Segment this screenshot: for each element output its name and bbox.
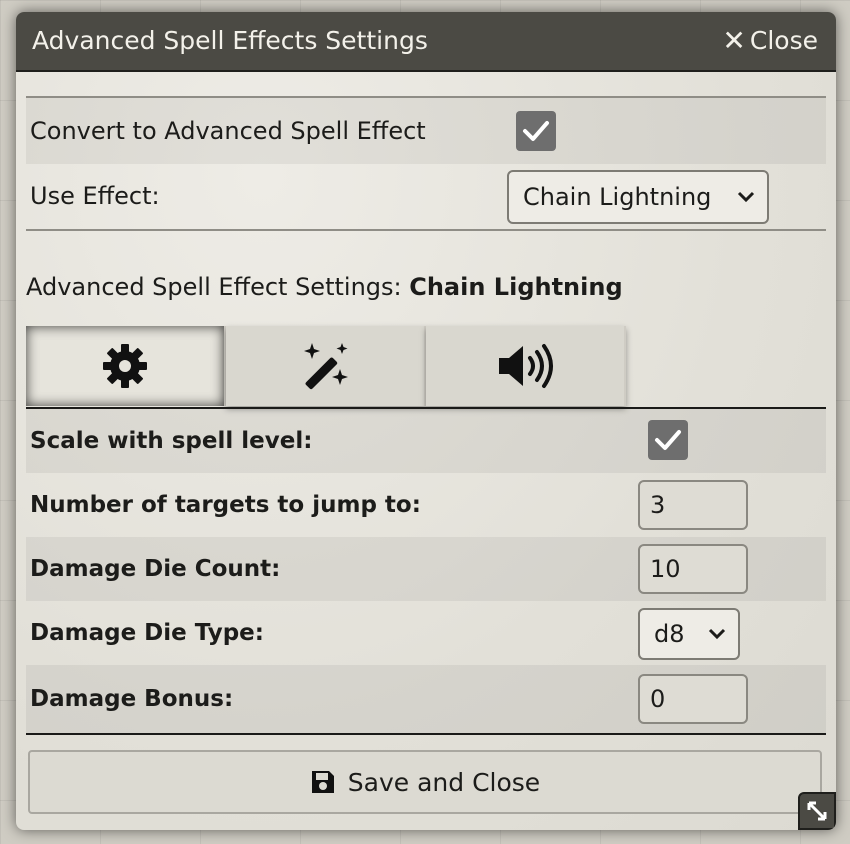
targets-input[interactable]: 3 <box>638 480 748 530</box>
divider <box>26 229 826 231</box>
use-effect-row: Use Effect: Chain Lightning <box>26 164 826 228</box>
die-type-row: Damage Die Type: d8 <box>26 601 826 665</box>
settings-dialog: Advanced Spell Effects Settings ✕ Close … <box>16 12 836 830</box>
chevron-down-icon <box>708 628 726 640</box>
bonus-input[interactable]: 0 <box>638 674 748 724</box>
die-type-select[interactable]: d8 <box>638 608 740 660</box>
divider <box>26 733 826 735</box>
resize-handle[interactable] <box>798 792 836 830</box>
volume-icon <box>499 344 553 388</box>
targets-label: Number of targets to jump to: <box>30 492 421 518</box>
chevron-down-icon <box>737 191 755 203</box>
dialog-title: Advanced Spell Effects Settings <box>32 26 428 55</box>
save-and-close-button[interactable]: Save and Close <box>28 750 822 814</box>
tab-sound[interactable] <box>426 326 626 406</box>
dialog-titlebar[interactable]: Advanced Spell Effects Settings ✕ Close <box>16 12 836 72</box>
floppy-disk-icon <box>311 771 334 793</box>
settings-heading-prefix: Advanced Spell Effect Settings: <box>26 273 410 301</box>
tab-effects[interactable] <box>226 326 426 406</box>
targets-row: Number of targets to jump to: 3 <box>26 473 826 537</box>
close-label: Close <box>749 26 818 55</box>
die-type-value: d8 <box>654 620 685 648</box>
convert-checkbox[interactable] <box>516 111 556 151</box>
gear-icon <box>103 344 147 388</box>
bonus-row: Damage Bonus: 0 <box>26 665 826 733</box>
scale-label: Scale with spell level: <box>30 428 313 454</box>
close-icon: ✕ <box>722 24 746 57</box>
tab-general[interactable] <box>26 326 226 406</box>
bonus-label: Damage Bonus: <box>30 686 234 712</box>
use-effect-select[interactable]: Chain Lightning <box>507 170 769 224</box>
settings-tabs <box>26 326 626 406</box>
resize-icon <box>807 801 827 821</box>
die-count-input[interactable]: 10 <box>638 544 748 594</box>
settings-heading: Advanced Spell Effect Settings: Chain Li… <box>26 273 623 301</box>
convert-row: Convert to Advanced Spell Effect <box>26 98 826 164</box>
scale-checkbox[interactable] <box>648 420 688 460</box>
checkmark-icon <box>523 121 549 141</box>
settings-heading-spell: Chain Lightning <box>409 273 623 301</box>
checkmark-icon <box>655 430 681 450</box>
die-type-label: Damage Die Type: <box>30 620 264 646</box>
save-and-close-label: Save and Close <box>347 767 541 797</box>
magic-wand-icon <box>304 343 348 390</box>
use-effect-value: Chain Lightning <box>523 183 712 211</box>
convert-label: Convert to Advanced Spell Effect <box>30 117 426 145</box>
die-count-row: Damage Die Count: 10 <box>26 537 826 601</box>
scale-row: Scale with spell level: <box>26 409 826 473</box>
use-effect-label: Use Effect: <box>30 182 160 210</box>
die-count-label: Damage Die Count: <box>30 556 281 582</box>
close-button[interactable]: ✕ Close <box>722 25 818 57</box>
